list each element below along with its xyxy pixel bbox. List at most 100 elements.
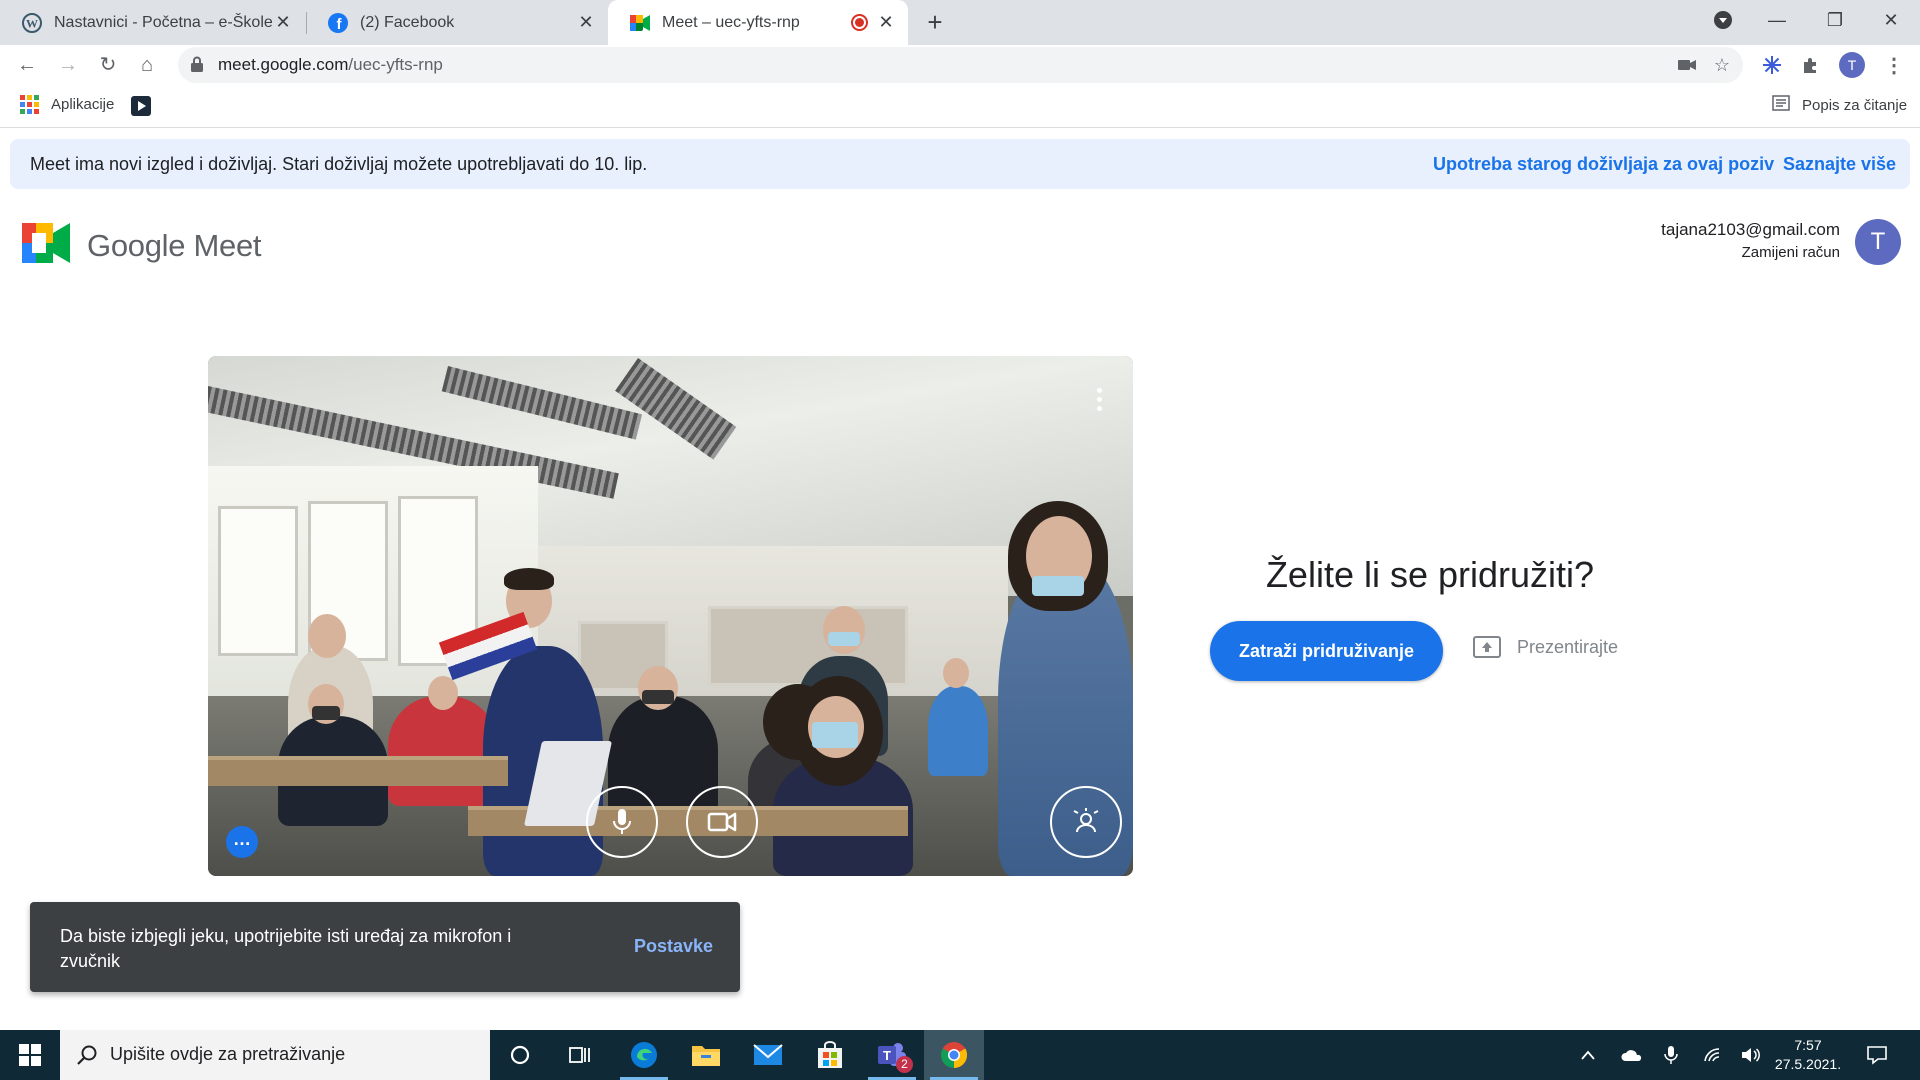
camera-preview: … xyxy=(208,356,1133,876)
onedrive-icon[interactable] xyxy=(1620,1030,1644,1080)
facebook-icon: f xyxy=(328,12,348,33)
taskbar-store[interactable] xyxy=(800,1030,860,1080)
use-old-look-link[interactable]: Upotreba starog doživljaja za ovaj poziv xyxy=(1433,154,1774,175)
back-button[interactable]: ← xyxy=(11,49,43,81)
volume-icon[interactable] xyxy=(1741,1030,1761,1080)
avatar[interactable]: T xyxy=(1855,219,1901,265)
teams-badge: 2 xyxy=(896,1056,913,1073)
close-icon[interactable]: ✕ xyxy=(576,12,596,32)
window-close-button[interactable]: ✕ xyxy=(1866,0,1916,40)
bookmarks-bar: Aplikacije Popis za čitanje xyxy=(0,85,1920,128)
forward-button[interactable]: → xyxy=(52,49,84,81)
more-options-icon[interactable] xyxy=(1097,388,1103,415)
google-meet-icon xyxy=(630,13,650,33)
svg-text:T: T xyxy=(883,1048,891,1063)
close-icon[interactable]: ✕ xyxy=(273,12,293,32)
windows-logo-icon xyxy=(19,1044,41,1066)
chrome-icon xyxy=(940,1042,968,1069)
search-placeholder: Upišite ovdje za pretraživanje xyxy=(110,1044,346,1064)
url-text: meet.google.com/uec-yfts-rnp xyxy=(218,55,443,74)
bookmark-media[interactable] xyxy=(131,96,151,116)
reading-list[interactable]: Popis za čitanje xyxy=(1772,95,1907,115)
folder-icon xyxy=(692,1046,720,1066)
wordpress-icon: W xyxy=(22,12,42,33)
tab-search-icon[interactable] xyxy=(1698,0,1748,40)
show-hidden-icons-button[interactable] xyxy=(1580,1030,1596,1080)
cortana-button[interactable] xyxy=(490,1030,550,1080)
svg-text:W: W xyxy=(26,16,38,30)
tab-facebook[interactable]: f (2) Facebook ✕ xyxy=(306,0,608,45)
mail-icon xyxy=(753,1044,783,1065)
home-button[interactable]: ⌂ xyxy=(131,49,163,81)
recording-indicator-icon xyxy=(851,14,868,31)
restore-button[interactable]: ❐ xyxy=(1810,0,1860,40)
task-view-button[interactable] xyxy=(550,1030,610,1080)
extensions-puzzle-icon[interactable] xyxy=(1797,51,1825,79)
present-button[interactable]: Prezentirajte xyxy=(1473,636,1618,658)
present-label: Prezentirajte xyxy=(1517,636,1619,657)
taskbar-mail[interactable] xyxy=(738,1030,798,1080)
reload-button[interactable]: ↻ xyxy=(92,49,124,81)
minimize-button[interactable]: — xyxy=(1752,0,1802,40)
close-icon[interactable]: ✕ xyxy=(876,12,896,32)
google-meet-icon xyxy=(22,223,70,268)
camera-in-use-icon[interactable] xyxy=(1673,51,1701,79)
tab-e-skole[interactable]: W Nastavnici - Početna – e-Škole ✕ xyxy=(0,0,305,45)
visual-effects-button[interactable] xyxy=(1050,786,1122,858)
settings-link[interactable]: Postavke xyxy=(634,936,713,957)
taskbar-chrome[interactable] xyxy=(924,1030,984,1080)
bookmark-star-icon[interactable]: ☆ xyxy=(1708,51,1736,79)
avatar: T xyxy=(1839,52,1865,78)
search-icon xyxy=(76,1044,98,1071)
more-actions-button[interactable]: … xyxy=(226,826,258,858)
action-center-icon xyxy=(1867,1046,1887,1065)
extension-snowflake-icon[interactable] xyxy=(1758,51,1786,79)
store-icon xyxy=(818,1041,842,1068)
tab-title: (2) Facebook xyxy=(360,13,455,31)
camera-button[interactable] xyxy=(686,786,758,858)
learn-more-link[interactable]: Saznajte više xyxy=(1783,154,1896,175)
new-look-banner: Meet ima novi izgled i doživljaj. Stari … xyxy=(10,139,1910,189)
taskbar-file-explorer[interactable] xyxy=(676,1030,736,1080)
start-button[interactable] xyxy=(0,1030,60,1080)
join-prompt-title: Želite li se pridružiti? xyxy=(1265,554,1595,595)
taskbar-clock[interactable]: 7:57 27.5.2021. xyxy=(1768,1036,1848,1074)
profile-button[interactable]: T xyxy=(1838,51,1866,79)
apps-grid-icon xyxy=(20,95,39,114)
lock-icon[interactable] xyxy=(190,56,204,72)
taskbar-edge[interactable] xyxy=(614,1030,674,1080)
windows-taskbar: Upišite ovdje za pretraživanje T 2 7:57 xyxy=(0,1030,1920,1080)
chevron-up-icon xyxy=(1581,1050,1595,1060)
microphone-icon xyxy=(613,809,631,834)
address-bar[interactable]: meet.google.com/uec-yfts-rnp ☆ xyxy=(178,47,1743,83)
banner-message: Meet ima novi izgled i doživljaj. Stari … xyxy=(30,154,648,174)
taskbar-search-box[interactable]: Upišite ovdje za pretraživanje xyxy=(60,1030,490,1080)
switch-account-link[interactable]: Zamijeni račun xyxy=(1661,244,1840,261)
reading-list-label: Popis za čitanje xyxy=(1802,96,1908,114)
toast-message: Da biste izbjegli jeku, upotrijebite ist… xyxy=(60,926,512,971)
tab-title: Meet – uec-yfts-rnp xyxy=(662,13,800,31)
browser-tab-strip: W Nastavnici - Početna – e-Škole ✕ f (2)… xyxy=(0,0,1920,45)
edge-icon xyxy=(631,1042,657,1068)
new-tab-button[interactable]: + xyxy=(920,8,950,38)
microphone-button[interactable] xyxy=(586,786,658,858)
notifications-button[interactable] xyxy=(1866,1030,1888,1080)
background-effects-icon xyxy=(1073,808,1099,833)
account-info: tajana2103@gmail.com Zamijeni račun xyxy=(1661,220,1840,261)
browser-menu-icon[interactable]: ⋮ xyxy=(1880,51,1908,79)
clock-date: 27.5.2021. xyxy=(1774,1056,1842,1072)
clock-time: 7:57 xyxy=(1794,1037,1822,1053)
taskbar-teams[interactable]: T 2 xyxy=(862,1030,922,1080)
wifi-icon[interactable] xyxy=(1703,1030,1723,1080)
bookmark-apps[interactable]: Aplikacije xyxy=(20,95,114,114)
echo-warning-toast: Da biste izbjegli jeku, upotrijebite ist… xyxy=(30,902,740,992)
account-email: tajana2103@gmail.com xyxy=(1661,220,1840,239)
ask-to-join-button[interactable]: Zatraži pridruživanje xyxy=(1210,621,1443,681)
cortana-circle-icon xyxy=(510,1045,530,1065)
logo-text: Google Meet xyxy=(87,227,262,263)
task-view-icon xyxy=(569,1047,590,1063)
google-meet-logo[interactable]: Google Meet xyxy=(22,223,262,268)
tab-meet[interactable]: Meet – uec-yfts-rnp ✕ xyxy=(608,0,908,45)
tab-title: Nastavnici - Početna – e-Škole xyxy=(54,13,273,31)
microphone-tray-icon[interactable] xyxy=(1664,1030,1678,1080)
